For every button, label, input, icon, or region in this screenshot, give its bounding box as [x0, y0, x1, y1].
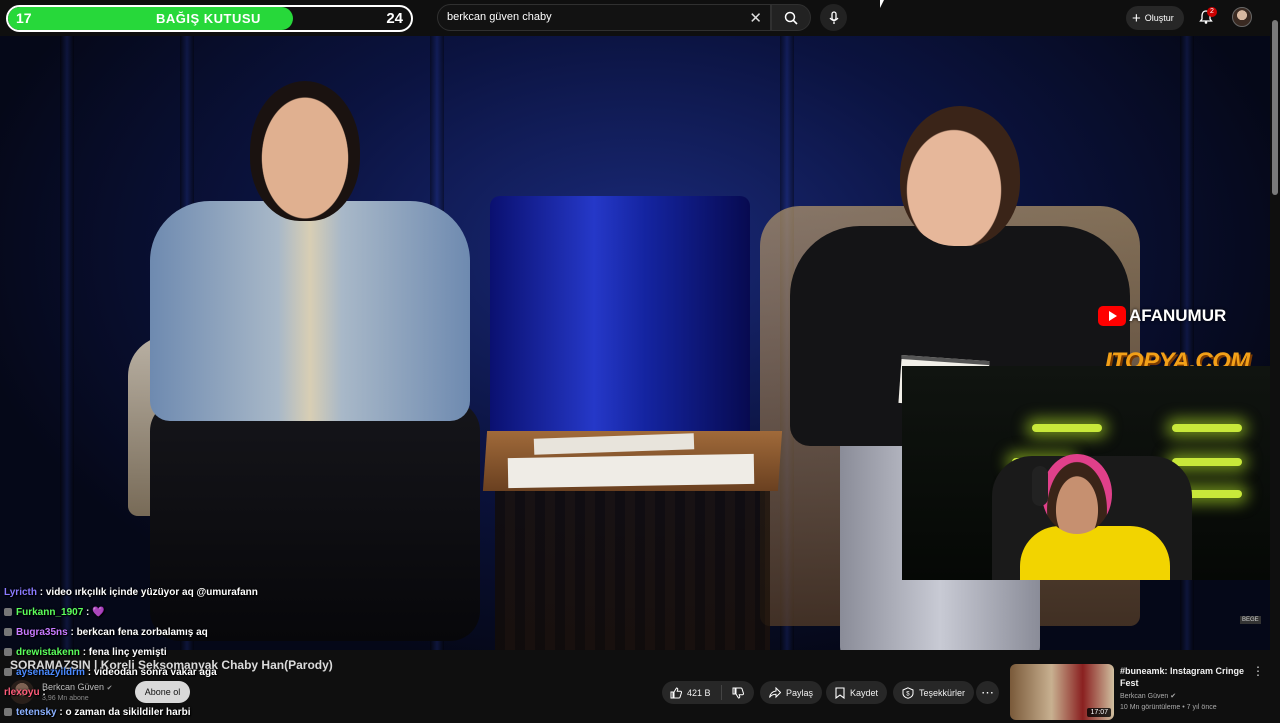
clear-search-icon[interactable]: ✕ [749, 9, 762, 27]
kebab-menu-icon[interactable]: ⋮ [1252, 664, 1264, 678]
search-input[interactable] [447, 11, 737, 23]
donation-progress-bar: 17 BAĞIŞ KUTUSU 24 [6, 5, 413, 32]
youtube-logo-icon [1098, 306, 1126, 326]
microphone-icon [828, 10, 839, 24]
create-button[interactable]: + Oluştur [1126, 6, 1184, 30]
chat-badge-icon [4, 708, 12, 717]
chat-badge-icon [4, 648, 12, 657]
chat-message: tetensky : o zaman da sikildiler harbi [4, 703, 424, 723]
thumbs-down-icon [732, 687, 744, 699]
table-base [495, 491, 770, 650]
streamer-webcam [902, 366, 1270, 580]
mouse-cursor-icon [880, 0, 884, 8]
chat-badge-icon [4, 668, 12, 677]
video-duration: 17:07 [1087, 708, 1111, 717]
super-thanks-icon: $ [902, 686, 914, 699]
channel-watermark-text: AFANUMUR [1129, 306, 1227, 325]
search-box[interactable]: ✕ [437, 4, 771, 31]
like-button[interactable]: 421 B [662, 685, 722, 700]
search-icon [784, 11, 798, 25]
scrollbar-thumb[interactable] [1272, 20, 1278, 195]
curtain-fold [60, 36, 74, 650]
paper-sheet [507, 453, 755, 489]
thanks-button[interactable]: $ Teşekkürler [893, 681, 975, 704]
save-label: Kaydet [850, 687, 879, 698]
streamer-jersey [1020, 526, 1170, 580]
chat-username: aysenazyildrm [16, 667, 85, 678]
donation-label: BAĞIŞ KUTUSU [156, 11, 261, 26]
voice-search-button[interactable] [820, 4, 847, 31]
chat-username: Bugra35ns [16, 627, 68, 638]
create-label: Oluştur [1144, 13, 1174, 23]
led-shelf [1172, 458, 1242, 466]
chat-message: drewistakenn : fena linç yemişti [4, 643, 424, 663]
chat-text: : 💜 [86, 607, 105, 618]
plus-icon: + [1132, 9, 1141, 27]
bookmark-icon [835, 686, 845, 699]
verified-check-icon: ✔ [1170, 693, 1177, 700]
recommended-channel-text: Berkcan Güven [1120, 693, 1169, 700]
dislike-button[interactable] [722, 687, 754, 699]
led-shelf [1172, 424, 1242, 432]
chat-text: : o zaman da sikildiler harbi [59, 707, 191, 718]
share-arrow-icon [769, 686, 781, 698]
chat-message: aysenazyildrm : videodan sonra vakar aga [4, 663, 424, 683]
page-scrollbar[interactable] [1270, 0, 1280, 720]
chat-message: Furkann_1907 : 💜 [4, 603, 424, 623]
donation-goal: 24 [386, 10, 403, 27]
thumbs-up-icon [670, 686, 682, 698]
chat-badge-icon [4, 608, 12, 617]
recommended-video[interactable]: 17:07 #buneamk: Instagram Cringe Fest Be… [1006, 662, 1266, 720]
chat-text: : berkcan fena zorbalamış aq [70, 627, 208, 638]
chat-username: rlexoyu [4, 687, 40, 698]
like-count: 421 B [687, 687, 711, 698]
save-button[interactable]: Kaydet [826, 681, 888, 704]
recommended-thumbnail[interactable]: 17:07 [1010, 664, 1114, 720]
donation-current: 17 [16, 10, 32, 26]
like-dislike-group: 421 B [662, 681, 754, 704]
led-shelf [1032, 424, 1102, 432]
chat-text: : videodan sonra vakar aga [87, 667, 217, 678]
chat-message: Lyricth : video ırkçılık içinde yüzüyor … [4, 583, 424, 603]
streamer [1042, 454, 1112, 534]
chat-badge-icon [4, 628, 12, 637]
chat-username: drewistakenn [16, 647, 80, 658]
chat-message: rlexoyu : [4, 683, 424, 703]
search-button[interactable] [771, 4, 811, 31]
recommended-channel: Berkcan Güven ✔ [1120, 692, 1176, 700]
corner-tag: BEGE [1240, 616, 1261, 624]
chat-text: : [42, 687, 46, 698]
more-horizontal-icon: ⋯ [981, 684, 994, 700]
chat-text: : video ırkçılık içinde yüzüyor aq @umur… [39, 587, 258, 598]
recommended-title[interactable]: #buneamk: Instagram Cringe Fest [1120, 665, 1248, 689]
chat-username: Lyricth [4, 587, 37, 598]
left-person [150, 81, 480, 641]
chat-text: : fena linç yemişti [82, 647, 167, 658]
recommended-meta: 10 Mn görüntüleme • 7 yıl önce [1120, 704, 1217, 711]
notification-count-badge: 2 [1207, 7, 1217, 17]
account-avatar[interactable] [1232, 7, 1252, 27]
share-button[interactable]: Paylaş [760, 681, 823, 704]
chat-overlay: Lyricth : video ırkçılık içinde yüzüyor … [4, 583, 424, 723]
chat-message: Bugra35ns : berkcan fena zorbalamış aq [4, 623, 424, 643]
headset [1032, 466, 1048, 506]
svg-text:$: $ [906, 691, 910, 697]
more-actions-button[interactable]: ⋯ [976, 681, 999, 704]
thanks-label: Teşekkürler [919, 687, 966, 698]
share-label: Paylaş [786, 687, 814, 698]
chat-username: tetensky [16, 707, 57, 718]
chat-username: Furkann_1907 [16, 607, 84, 618]
channel-watermark: AFANUMUR [1098, 306, 1226, 326]
